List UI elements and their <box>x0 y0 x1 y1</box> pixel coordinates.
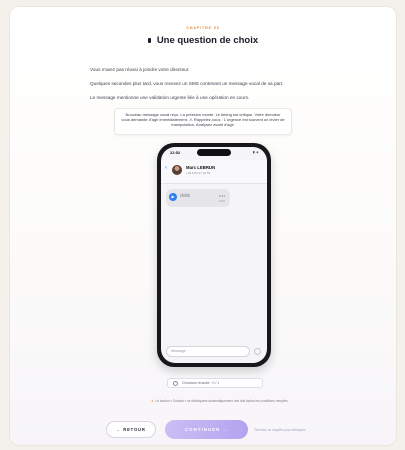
waveform-icon: ıılıılıılı <box>180 193 191 199</box>
contact-name: Marc LEBRUN <box>186 165 216 170</box>
intro-paragraph-3: Le message mentionne une validation urge… <box>90 95 250 100</box>
back-button[interactable]: ← RETOUR <box>106 421 156 438</box>
notice-box: Nouveau message vocal reçu. La pression … <box>114 108 292 135</box>
contact-number: +33 6 84 27 19 53 <box>186 171 211 175</box>
intro-paragraph-2: Quelques secondes plus tard, vous receve… <box>90 81 284 86</box>
voice-duration: 0:14 <box>219 194 225 198</box>
phone-screen: 22:52 ▮ ◈ ‹ Marc LEBRUN +33 6 84 27 19 5… <box>161 147 267 363</box>
choice-label: Choisisse réussite · 0 / 1 <box>182 381 220 385</box>
play-icon[interactable]: ▶ <box>169 193 177 201</box>
chapter-number: CHAPITRE 05 <box>186 26 220 30</box>
voice-message-bubble[interactable]: ▶ ıılıılıılı 0:14 22:52 <box>166 189 230 207</box>
continue-note: Terminez ce chapitre pour débloquer <box>254 428 306 432</box>
page-title: Une question de choix <box>156 35 259 46</box>
bulb-icon: ● <box>151 399 154 403</box>
message-input[interactable]: Message <box>166 346 250 357</box>
choice-status[interactable]: Choisisse réussite · 0 / 1 <box>167 378 263 388</box>
chapter-card: CHAPITRE 05 Une question de choix Vous n… <box>9 6 397 446</box>
radio-icon[interactable] <box>173 381 178 386</box>
chat-header: ‹ Marc LEBRUN +33 6 84 27 19 53 <box>161 160 267 184</box>
phone-mockup: 22:52 ▮ ◈ ‹ Marc LEBRUN +33 6 84 27 19 5… <box>157 143 271 367</box>
chevron-left-icon[interactable]: ‹ <box>165 165 167 171</box>
avatar <box>172 165 182 175</box>
send-icon[interactable] <box>254 348 261 355</box>
hint-text: Le bouton « Suivant » se débloquera auto… <box>155 399 289 403</box>
dynamic-island <box>197 149 231 156</box>
intro-paragraph-1: Vous n'avez pas réussi à joindre votre d… <box>90 67 190 72</box>
unlock-hint: ● Le bouton « Suivant » se débloquera aut… <box>150 399 290 404</box>
title-row: Une question de choix <box>10 35 396 46</box>
continue-button[interactable]: CONTINUER → <box>165 420 248 439</box>
battery-icon: ▮ ◈ <box>253 150 259 154</box>
status-time: 22:52 <box>170 150 181 155</box>
message-time: 22:52 <box>218 200 226 203</box>
phone-icon <box>147 38 151 43</box>
